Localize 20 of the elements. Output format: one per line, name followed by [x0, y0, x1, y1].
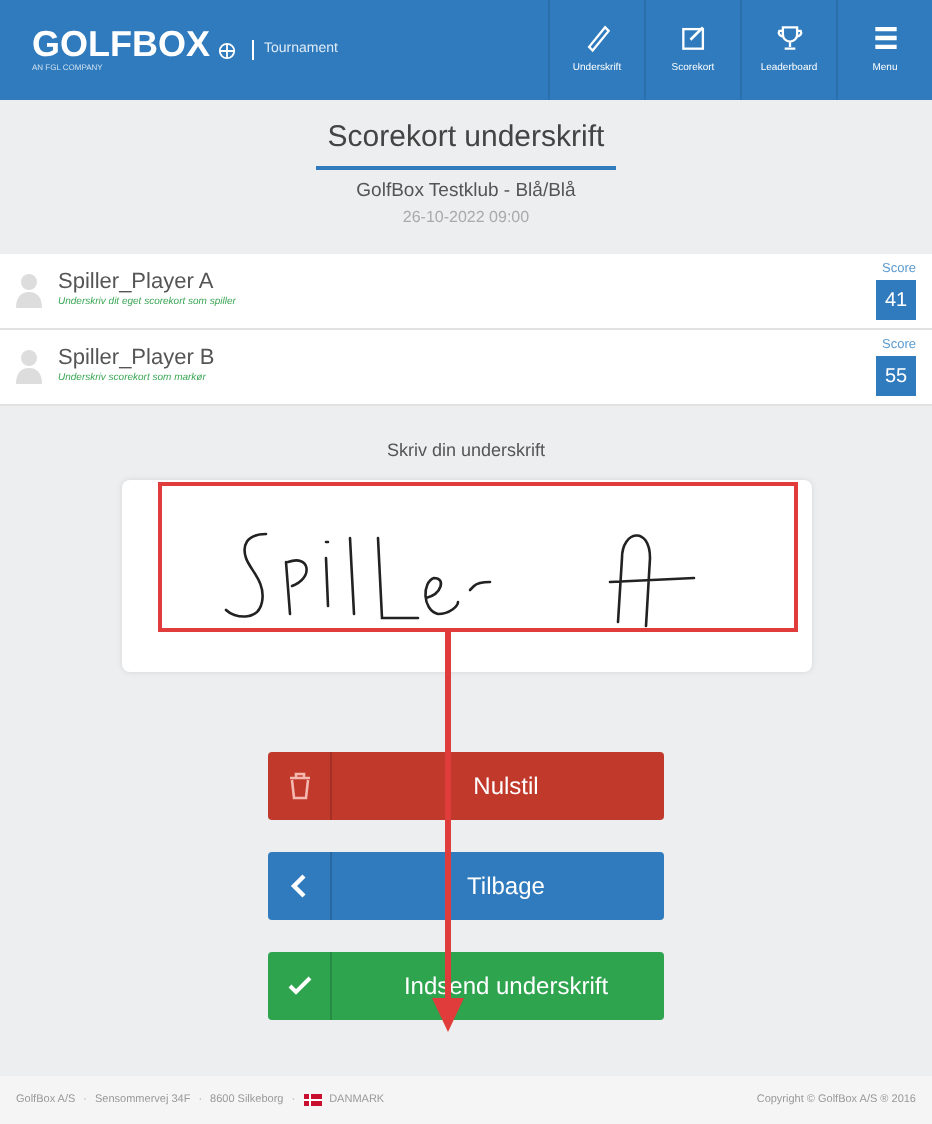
- page-title: Scorekort underskrift: [315, 116, 617, 169]
- signature-prompt: Skriv din underskrift: [386, 437, 546, 464]
- nulstil-button[interactable]: Nulstil: [268, 752, 664, 821]
- score-value: 41: [876, 280, 916, 321]
- avatar-icon: [16, 272, 42, 309]
- club-name: GolfBox Testklub - Blå/Blå: [356, 177, 576, 205]
- player-name: Spiller_Player A: [58, 270, 216, 296]
- back-button[interactable]: Tilbage: [268, 852, 664, 921]
- avatar-icon: [16, 348, 42, 385]
- date-text: 26-10-2022 09:00: [402, 205, 530, 230]
- logo-text: GOLFBOX: [32, 26, 210, 62]
- score-value: 55: [876, 356, 916, 397]
- trophy-icon: [773, 22, 805, 55]
- flag-icon: [303, 1094, 322, 1106]
- player-name: Spiller_Player B: [58, 346, 217, 372]
- menu-icon: [869, 22, 901, 55]
- globe-icon: [218, 41, 236, 59]
- edit-icon: [677, 22, 709, 55]
- trash-icon: [285, 772, 313, 801]
- signature-pad[interactable]: [121, 480, 811, 673]
